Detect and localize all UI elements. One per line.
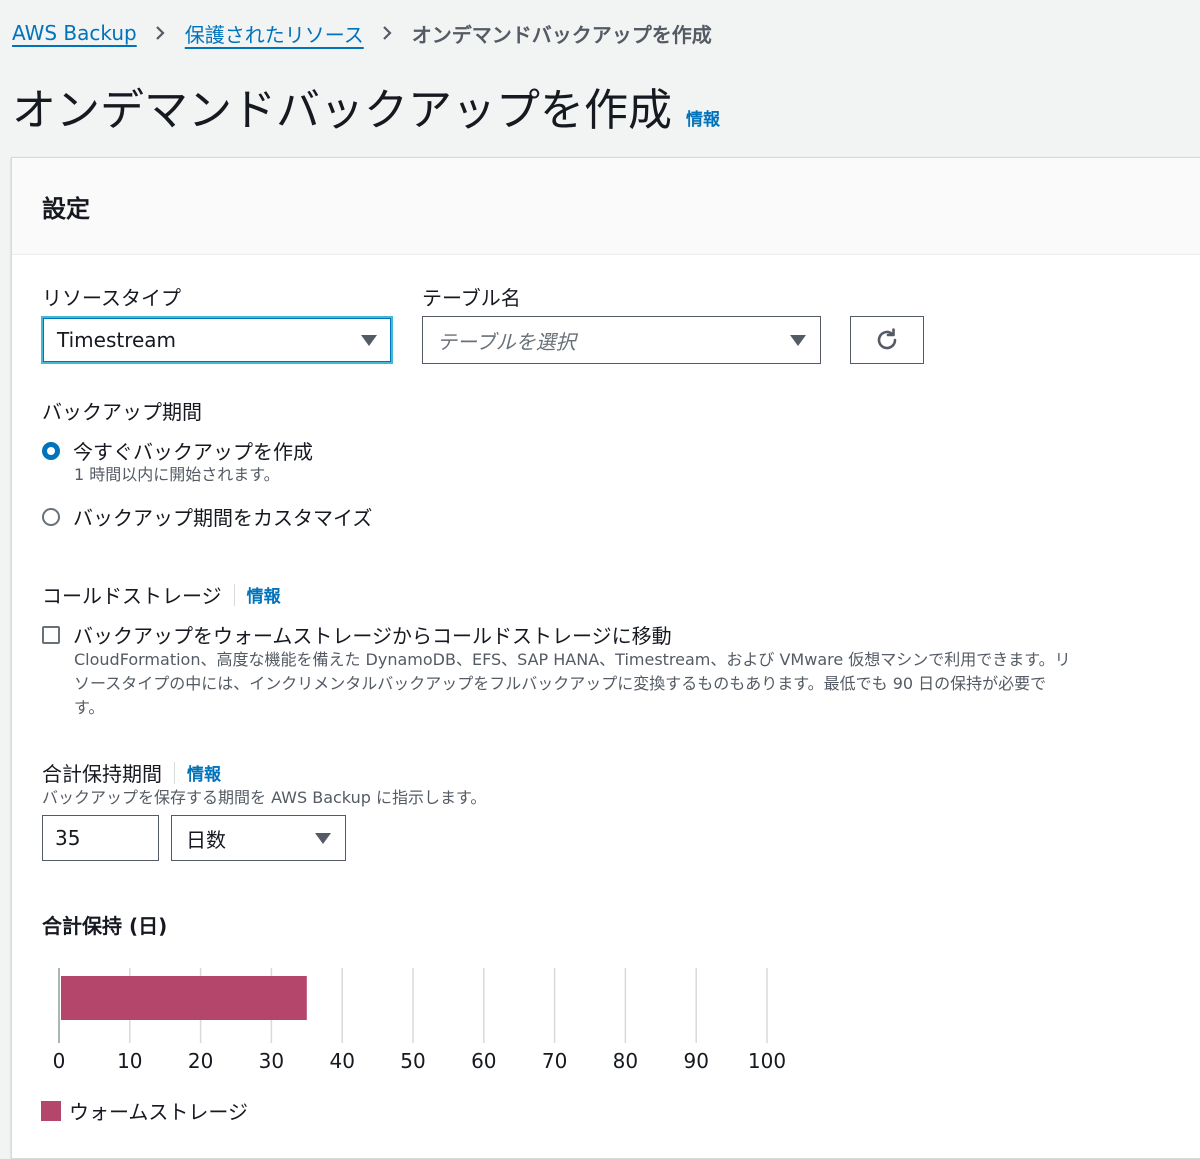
cold-storage-option[interactable]: バックアップをウォームストレージからコールドストレージに移動 <box>42 620 672 649</box>
retention-chart: 0 10 20 30 40 50 60 70 80 90 100 <box>53 968 786 1073</box>
retention-unit-value: 日数 <box>186 827 226 852</box>
retention-label: 合計保持期間 <box>42 762 162 786</box>
resource-type-select[interactable]: Timestream <box>41 316 393 364</box>
caret-down-icon <box>790 334 806 346</box>
cold-storage-description-line: す。 <box>74 698 105 717</box>
cold-storage-description-line: CloudFormation、高度な機能を備えた DynamoDB、EFS、SA… <box>74 650 1071 669</box>
retention-info-link[interactable]: 情報 <box>187 760 221 785</box>
refresh-icon <box>874 327 900 353</box>
cold-storage-description: CloudFormation、高度な機能を備えた DynamoDB、EFS、SA… <box>74 648 1164 720</box>
breadcrumb-current: オンデマンドバックアップを作成 <box>411 22 712 47</box>
cold-storage-description-line: ソースタイプの中には、インクリメンタルバックアップをフルバックアップに変換するも… <box>74 674 1047 693</box>
x-tick-label: 80 <box>613 1049 638 1073</box>
x-tick-label: 70 <box>542 1049 567 1073</box>
chevron-right-icon <box>153 26 167 40</box>
resource-type-value: Timestream <box>57 328 177 352</box>
page-title-text: オンデマンドバックアップを作成 <box>12 85 672 136</box>
chart-legend: ウォームストレージ <box>41 1096 248 1125</box>
page-info-link[interactable]: 情報 <box>686 105 720 130</box>
backup-now-option[interactable]: 今すぐバックアップを作成 <box>42 436 313 465</box>
table-name-select[interactable]: テーブルを選択 <box>422 316 821 364</box>
x-tick-label: 50 <box>400 1049 425 1073</box>
chart-title: 合計保持 (日) <box>42 914 168 938</box>
bar-warm-storage <box>61 976 307 1020</box>
page-title: オンデマンドバックアップを作成 情報 <box>12 74 720 138</box>
x-tick-label: 30 <box>259 1049 284 1073</box>
retention-value-input[interactable]: 35 <box>42 815 159 861</box>
refresh-button[interactable] <box>850 316 924 364</box>
cold-storage-checkbox[interactable] <box>42 625 60 644</box>
x-tick-label: 100 <box>748 1049 786 1073</box>
cold-storage-label: コールドストレージ <box>42 584 222 608</box>
x-tick-label: 90 <box>683 1049 708 1073</box>
x-tick-label: 40 <box>329 1049 354 1073</box>
customize-window-option[interactable]: バックアップ期間をカスタマイズ <box>42 502 372 531</box>
resource-type-label: リソースタイプ <box>42 286 181 310</box>
table-name-label: テーブル名 <box>422 286 521 310</box>
cold-storage-checkbox-label: バックアップをウォームストレージからコールドストレージに移動 <box>73 624 672 648</box>
settings-heading: 設定 <box>42 194 90 223</box>
divider <box>233 583 235 606</box>
breadcrumb-protected-resources-link[interactable]: 保護されたリソース <box>185 19 364 48</box>
retention-header: 合計保持期間 情報 <box>42 758 221 787</box>
retention-unit-select[interactable]: 日数 <box>171 815 346 861</box>
chevron-right-icon <box>380 26 394 40</box>
backup-now-label: 今すぐバックアップを作成 <box>73 440 313 464</box>
retention-description: バックアップを保存する期間を AWS Backup に指示します。 <box>42 788 487 807</box>
cold-storage-header: コールドストレージ 情報 <box>42 580 281 609</box>
x-tick-label: 20 <box>188 1049 213 1073</box>
table-name-placeholder: テーブルを選択 <box>437 329 576 354</box>
x-tick-label: 60 <box>471 1049 496 1073</box>
caret-down-icon <box>361 334 377 346</box>
cold-storage-info-link[interactable]: 情報 <box>247 582 281 607</box>
legend-label-warm-storage: ウォームストレージ <box>69 1100 248 1124</box>
customize-window-radio[interactable] <box>42 507 60 526</box>
settings-panel: 設定 リソースタイプ Timestream テーブル名 テーブルを選択 バックア… <box>11 157 1200 1159</box>
backup-window-label: バックアップ期間 <box>42 400 202 424</box>
backup-now-description: 1 時間以内に開始されます。 <box>74 465 280 484</box>
backup-now-radio[interactable] <box>42 441 60 460</box>
customize-window-label: バックアップ期間をカスタマイズ <box>73 506 373 530</box>
x-tick-label: 10 <box>117 1049 142 1073</box>
divider <box>174 761 175 784</box>
settings-panel-header: 設定 <box>12 158 1200 255</box>
breadcrumb-aws-backup-link[interactable]: AWS Backup <box>12 21 137 45</box>
caret-down-icon <box>315 832 331 844</box>
legend-swatch-warm-storage <box>41 1100 61 1121</box>
breadcrumb: AWS Backup 保護されたリソース オンデマンドバックアップを作成 <box>12 18 712 48</box>
x-tick-label: 0 <box>53 1049 66 1073</box>
